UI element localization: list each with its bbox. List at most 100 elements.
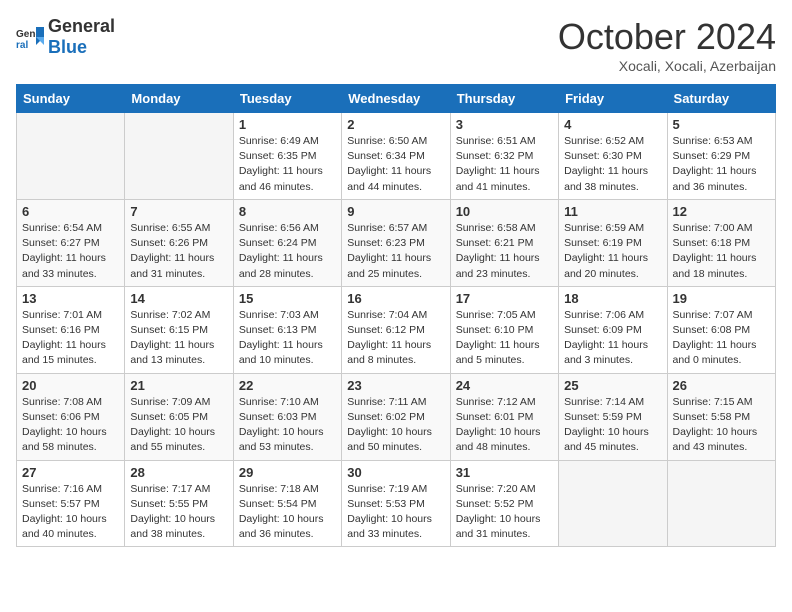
day-info: Sunrise: 7:00 AMSunset: 6:18 PMDaylight:…: [673, 221, 770, 282]
day-info: Sunrise: 6:54 AMSunset: 6:27 PMDaylight:…: [22, 221, 119, 282]
day-cell: 12 Sunrise: 7:00 AMSunset: 6:18 PMDayligh…: [667, 199, 775, 286]
day-number: 2: [347, 117, 444, 132]
day-cell: 2 Sunrise: 6:50 AMSunset: 6:34 PMDaylight…: [342, 113, 450, 200]
weekday-header-friday: Friday: [559, 85, 667, 113]
day-info: Sunrise: 7:02 AMSunset: 6:15 PMDaylight:…: [130, 308, 227, 369]
day-number: 11: [564, 204, 661, 219]
weekday-header-wednesday: Wednesday: [342, 85, 450, 113]
day-number: 14: [130, 291, 227, 306]
logo-text-general2: ral: [93, 16, 115, 36]
day-number: 17: [456, 291, 553, 306]
day-cell: 25Sunrise: 7:14 AMSunset: 5:59 PMDayligh…: [559, 373, 667, 460]
day-cell: 16 Sunrise: 7:04 AMSunset: 6:12 PMDayligh…: [342, 286, 450, 373]
day-cell: [559, 460, 667, 547]
day-number: 31: [456, 465, 553, 480]
weekday-header-sunday: Sunday: [17, 85, 125, 113]
week-row-3: 13Sunrise: 7:01 AMSunset: 6:16 PMDayligh…: [17, 286, 776, 373]
day-cell: 5Sunrise: 6:53 AMSunset: 6:29 PMDaylight…: [667, 113, 775, 200]
location-subtitle: Xocali, Xocali, Azerbaijan: [558, 58, 776, 74]
day-info: Sunrise: 6:55 AMSunset: 6:26 PMDaylight:…: [130, 221, 227, 282]
weekday-header-saturday: Saturday: [667, 85, 775, 113]
day-info: Sunrise: 6:56 AMSunset: 6:24 PMDaylight:…: [239, 221, 336, 282]
day-cell: 29Sunrise: 7:18 AMSunset: 5:54 PMDayligh…: [233, 460, 341, 547]
day-cell: 8 Sunrise: 6:56 AMSunset: 6:24 PMDaylight…: [233, 199, 341, 286]
day-cell: 28 Sunrise: 7:17 AMSunset: 5:55 PMDayligh…: [125, 460, 233, 547]
day-cell: 11 Sunrise: 6:59 AMSunset: 6:19 PMDayligh…: [559, 199, 667, 286]
header: Gene ral General Blue October 2024 Xocal…: [16, 16, 776, 74]
day-cell: 27Sunrise: 7:16 AMSunset: 5:57 PMDayligh…: [17, 460, 125, 547]
day-cell: [17, 113, 125, 200]
day-info: Sunrise: 7:15 AMSunset: 5:58 PMDaylight:…: [673, 395, 770, 456]
day-info: Sunrise: 7:14 AMSunset: 5:59 PMDaylight:…: [564, 395, 661, 456]
day-info: Sunrise: 6:57 AMSunset: 6:23 PMDaylight:…: [347, 221, 444, 282]
day-number: 5: [673, 117, 770, 132]
day-info: Sunrise: 6:58 AMSunset: 6:21 PMDaylight:…: [456, 221, 553, 282]
week-row-2: 6 Sunrise: 6:54 AMSunset: 6:27 PMDaylight…: [17, 199, 776, 286]
day-number: 18: [564, 291, 661, 306]
weekday-header-monday: Monday: [125, 85, 233, 113]
day-number: 24: [456, 378, 553, 393]
weekday-header-tuesday: Tuesday: [233, 85, 341, 113]
day-number: 4: [564, 117, 661, 132]
day-info: Sunrise: 6:50 AMSunset: 6:34 PMDaylight:…: [347, 134, 444, 195]
day-cell: 26 Sunrise: 7:15 AMSunset: 5:58 PMDayligh…: [667, 373, 775, 460]
day-info: Sunrise: 7:04 AMSunset: 6:12 PMDaylight:…: [347, 308, 444, 369]
day-number: 3: [456, 117, 553, 132]
calendar-table: SundayMondayTuesdayWednesdayThursdayFrid…: [16, 84, 776, 547]
day-cell: 3 Sunrise: 6:51 AMSunset: 6:32 PMDaylight…: [450, 113, 558, 200]
title-area: October 2024 Xocali, Xocali, Azerbaijan: [558, 16, 776, 74]
day-info: Sunrise: 6:51 AMSunset: 6:32 PMDaylight:…: [456, 134, 553, 195]
day-number: 28: [130, 465, 227, 480]
day-info: Sunrise: 7:09 AMSunset: 6:05 PMDaylight:…: [130, 395, 227, 456]
day-info: Sunrise: 6:49 AMSunset: 6:35 PMDaylight:…: [239, 134, 336, 195]
day-number: 19: [673, 291, 770, 306]
day-number: 16: [347, 291, 444, 306]
day-info: Sunrise: 7:05 AMSunset: 6:10 PMDaylight:…: [456, 308, 553, 369]
day-number: 1: [239, 117, 336, 132]
day-number: 21: [130, 378, 227, 393]
day-number: 12: [673, 204, 770, 219]
day-number: 23: [347, 378, 444, 393]
day-cell: 4 Sunrise: 6:52 AMSunset: 6:30 PMDaylight…: [559, 113, 667, 200]
day-number: 29: [239, 465, 336, 480]
day-info: Sunrise: 7:12 AMSunset: 6:01 PMDaylight:…: [456, 395, 553, 456]
day-number: 20: [22, 378, 119, 393]
day-info: Sunrise: 7:03 AMSunset: 6:13 PMDaylight:…: [239, 308, 336, 369]
day-number: 22: [239, 378, 336, 393]
day-info: Sunrise: 7:07 AMSunset: 6:08 PMDaylight:…: [673, 308, 770, 369]
day-number: 10: [456, 204, 553, 219]
svg-text:ral: ral: [16, 40, 28, 51]
day-cell: 22Sunrise: 7:10 AMSunset: 6:03 PMDayligh…: [233, 373, 341, 460]
day-info: Sunrise: 6:52 AMSunset: 6:30 PMDaylight:…: [564, 134, 661, 195]
day-cell: 30Sunrise: 7:19 AMSunset: 5:53 PMDayligh…: [342, 460, 450, 547]
day-cell: 14 Sunrise: 7:02 AMSunset: 6:15 PMDayligh…: [125, 286, 233, 373]
month-title: October 2024: [558, 16, 776, 58]
day-info: Sunrise: 6:59 AMSunset: 6:19 PMDaylight:…: [564, 221, 661, 282]
logo: Gene ral General Blue: [16, 16, 115, 58]
day-info: Sunrise: 7:17 AMSunset: 5:55 PMDaylight:…: [130, 482, 227, 543]
day-cell: 15 Sunrise: 7:03 AMSunset: 6:13 PMDayligh…: [233, 286, 341, 373]
weekday-header-row: SundayMondayTuesdayWednesdayThursdayFrid…: [17, 85, 776, 113]
calendar-body: 1 Sunrise: 6:49 AMSunset: 6:35 PMDaylight…: [17, 113, 776, 547]
day-info: Sunrise: 7:20 AMSunset: 5:52 PMDaylight:…: [456, 482, 553, 543]
day-number: 6: [22, 204, 119, 219]
day-number: 9: [347, 204, 444, 219]
weekday-header-thursday: Thursday: [450, 85, 558, 113]
day-cell: [125, 113, 233, 200]
day-number: 15: [239, 291, 336, 306]
day-number: 26: [673, 378, 770, 393]
week-row-4: 20 Sunrise: 7:08 AMSunset: 6:06 PMDayligh…: [17, 373, 776, 460]
day-info: Sunrise: 7:08 AMSunset: 6:06 PMDaylight:…: [22, 395, 119, 456]
day-number: 30: [347, 465, 444, 480]
week-row-5: 27Sunrise: 7:16 AMSunset: 5:57 PMDayligh…: [17, 460, 776, 547]
day-cell: 18Sunrise: 7:06 AMSunset: 6:09 PMDayligh…: [559, 286, 667, 373]
logo-text-general: Gene: [48, 16, 93, 36]
day-cell: [667, 460, 775, 547]
day-cell: 6 Sunrise: 6:54 AMSunset: 6:27 PMDaylight…: [17, 199, 125, 286]
day-cell: 1 Sunrise: 6:49 AMSunset: 6:35 PMDaylight…: [233, 113, 341, 200]
day-number: 8: [239, 204, 336, 219]
day-cell: 9 Sunrise: 6:57 AMSunset: 6:23 PMDaylight…: [342, 199, 450, 286]
day-number: 7: [130, 204, 227, 219]
day-cell: 21 Sunrise: 7:09 AMSunset: 6:05 PMDayligh…: [125, 373, 233, 460]
day-info: Sunrise: 7:16 AMSunset: 5:57 PMDaylight:…: [22, 482, 119, 543]
